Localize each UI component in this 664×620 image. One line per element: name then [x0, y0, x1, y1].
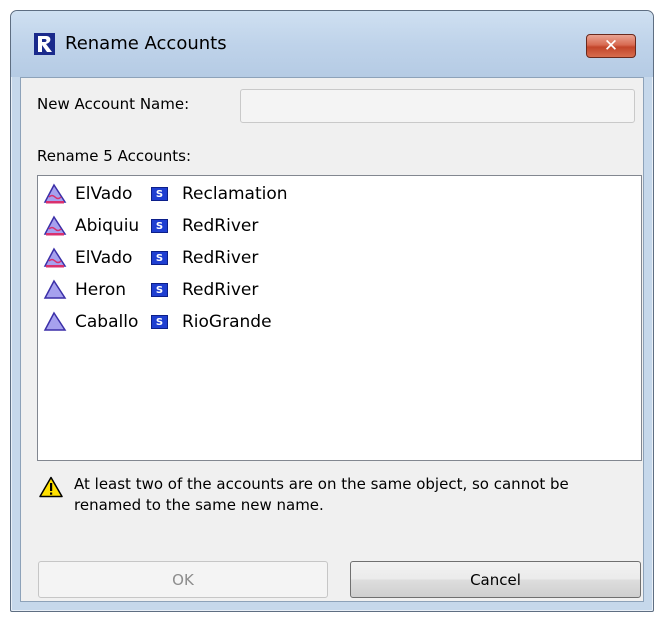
reservoir-triangle-icon — [43, 183, 67, 204]
account-name: RioGrande — [182, 312, 272, 332]
account-name: RedRiver — [182, 280, 259, 300]
supplier-s-icon: S — [151, 187, 168, 201]
list-item[interactable]: Heron S RedRiver — [43, 275, 258, 305]
list-item[interactable]: ElVado S RedRiver — [43, 243, 258, 273]
dialog-body: New Account Name: Rename 5 Accounts: ElV… — [20, 77, 644, 602]
reservoir-triangle-icon — [43, 247, 67, 268]
riverware-r-icon — [34, 33, 55, 55]
accounts-list[interactable]: ElVado S Reclamation Abiquiu S RedRiver — [37, 175, 642, 461]
account-name: RedRiver — [182, 216, 259, 236]
account-name: RedRiver — [182, 248, 259, 268]
cancel-button[interactable]: Cancel — [350, 561, 641, 598]
account-name: Reclamation — [182, 184, 288, 204]
object-name: ElVado — [75, 184, 133, 204]
supplier-s-icon: S — [151, 315, 168, 329]
list-item[interactable]: Abiquiu S RedRiver — [43, 211, 258, 241]
supplier-s-icon: S — [151, 219, 168, 233]
supplier-s-icon: S — [151, 283, 168, 297]
list-item[interactable]: ElVado S Reclamation — [43, 179, 288, 209]
warning-message: At least two of the accounts are on the … — [74, 475, 569, 514]
window-title: Rename Accounts — [65, 33, 227, 54]
new-account-name-label: New Account Name: — [37, 95, 190, 113]
close-button[interactable]: ✕ — [586, 34, 636, 58]
reservoir-triangle-icon — [43, 215, 67, 236]
object-name: Heron — [75, 280, 127, 300]
warning-triangle-icon — [39, 476, 63, 498]
object-name: Abiquiu — [75, 216, 140, 236]
title-bar[interactable]: Rename Accounts ✕ — [11, 11, 653, 77]
reservoir-triangle-icon — [43, 311, 67, 331]
supplier-s-icon: S — [151, 251, 168, 265]
close-icon: ✕ — [603, 36, 619, 56]
rename-accounts-dialog: Rename Accounts ✕ New Account Name: Rena… — [10, 10, 654, 612]
object-name: ElVado — [75, 248, 133, 268]
reservoir-triangle-icon — [43, 279, 67, 299]
new-account-name-input[interactable] — [240, 89, 635, 123]
list-item[interactable]: Caballo S RioGrande — [43, 307, 272, 337]
ok-button[interactable]: OK — [38, 561, 328, 598]
object-name: Caballo — [75, 312, 139, 332]
rename-accounts-label: Rename 5 Accounts: — [37, 147, 192, 165]
